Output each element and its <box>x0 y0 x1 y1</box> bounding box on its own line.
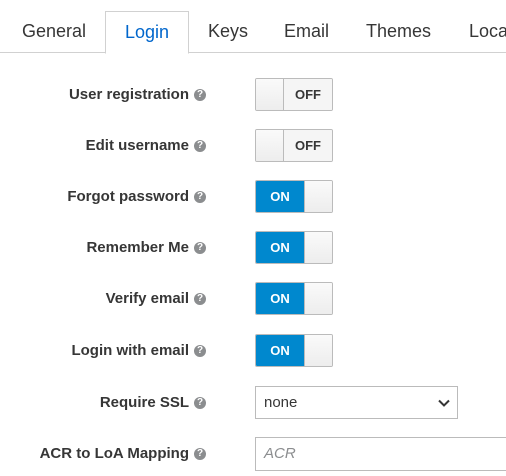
user-registration-toggle[interactable]: OFF <box>255 78 333 111</box>
switch-knob <box>304 283 332 314</box>
switch-state: ON <box>256 181 304 212</box>
login-with-email-label: Login with email <box>71 342 189 359</box>
acr-mapping-row: ACR to LoA Mapping ? ACR <box>0 437 506 471</box>
tab-general[interactable]: General <box>22 11 86 53</box>
require-ssl-value: none <box>264 394 298 411</box>
question-circle-icon[interactable]: ? <box>194 140 206 152</box>
remember-me-toggle[interactable]: ON <box>255 231 333 264</box>
user-registration-label: User registration <box>68 86 189 103</box>
switch-state: ON <box>256 283 304 314</box>
verify-email-toggle[interactable]: ON <box>255 282 333 315</box>
question-circle-icon[interactable]: ? <box>194 448 206 460</box>
tab-keys[interactable]: Keys <box>208 11 248 53</box>
question-circle-icon[interactable]: ? <box>194 242 206 254</box>
question-circle-icon[interactable]: ? <box>194 293 206 305</box>
tab-themes[interactable]: Themes <box>366 11 431 53</box>
switch-state: OFF <box>284 79 332 110</box>
tab-localization[interactable]: Loca <box>469 11 506 53</box>
require-ssl-row: Require SSL ? none <box>0 386 506 420</box>
switch-state: ON <box>256 232 304 263</box>
switch-knob <box>304 335 332 366</box>
login-with-email-toggle[interactable]: ON <box>255 334 333 367</box>
edit-username-toggle[interactable]: OFF <box>255 129 333 162</box>
question-circle-icon[interactable]: ? <box>194 397 206 409</box>
forgot-password-toggle[interactable]: ON <box>255 180 333 213</box>
remember-me-label: Remember Me <box>86 239 189 256</box>
verify-email-label: Verify email <box>105 290 189 307</box>
require-ssl-select[interactable]: none <box>255 386 458 419</box>
switch-knob <box>304 181 332 212</box>
forgot-password-label: Forgot password <box>67 188 189 205</box>
acr-mapping-label: ACR to LoA Mapping <box>39 445 189 462</box>
switch-state: OFF <box>284 130 332 161</box>
switch-knob <box>256 79 284 110</box>
acr-placeholder: ACR <box>264 445 296 462</box>
chevron-down-icon <box>438 399 450 407</box>
question-circle-icon[interactable]: ? <box>194 345 206 357</box>
forgot-password-row: Forgot password ? ON <box>0 180 506 214</box>
verify-email-row: Verify email ? ON <box>0 282 506 316</box>
edit-username-row: Edit username ? OFF <box>0 129 506 163</box>
acr-mapping-input[interactable]: ACR <box>255 437 506 471</box>
tab-email[interactable]: Email <box>284 11 329 53</box>
remember-me-row: Remember Me ? ON <box>0 231 506 265</box>
edit-username-label: Edit username <box>85 137 189 154</box>
question-circle-icon[interactable]: ? <box>194 191 206 203</box>
question-circle-icon[interactable]: ? <box>194 89 206 101</box>
switch-knob <box>304 232 332 263</box>
require-ssl-label: Require SSL <box>99 394 189 411</box>
tab-login[interactable]: Login <box>105 11 189 54</box>
switch-knob <box>256 130 284 161</box>
login-with-email-row: Login with email ? ON <box>0 334 506 368</box>
user-registration-row: User registration ? OFF <box>0 78 506 112</box>
settings-tabs: General Login Keys Email Themes Loca <box>0 0 506 54</box>
switch-state: ON <box>256 335 304 366</box>
